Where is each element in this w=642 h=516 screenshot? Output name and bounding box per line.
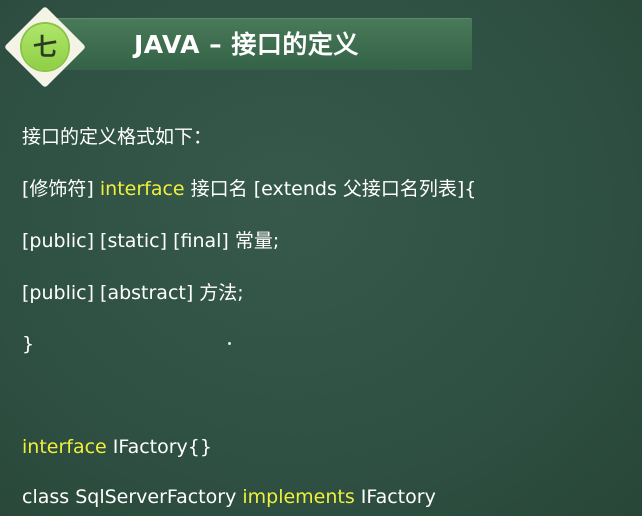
example-class-prefix: class SqlServerFactory xyxy=(22,486,243,508)
keyword-interface: interface xyxy=(99,178,185,200)
syntax-suffix: 接口名 [extends 父接口名列表]{ xyxy=(184,178,477,200)
syntax-line-constants: [public] [static] [final] 常量; xyxy=(22,230,280,252)
slide-title: JAVA – 接口的定义 xyxy=(134,30,359,59)
example-class-line: class SqlServerFactory implements IFacto… xyxy=(22,484,436,510)
syntax-prefix: [修饰符] xyxy=(22,178,100,200)
example-interface-line: interface IFactory{} xyxy=(22,434,212,460)
example-interface-name: IFactory{} xyxy=(106,436,212,458)
syntax-line-close: } xyxy=(22,333,35,355)
section-badge: 七 xyxy=(3,5,87,89)
keyword-implements: implements xyxy=(242,486,355,508)
definition-intro: 接口的定义格式如下： xyxy=(22,126,213,148)
syntax-line-methods: [public] [abstract] 方法; xyxy=(22,282,244,304)
keyword-interface: interface xyxy=(22,436,107,458)
example-class-suffix: IFactory xyxy=(354,486,436,508)
chalk-dot xyxy=(228,342,231,345)
section-number: 七 xyxy=(33,33,57,61)
syntax-line-declaration: [修饰符] interface 接口名 [extends 父接口名列表]{ xyxy=(22,176,476,202)
